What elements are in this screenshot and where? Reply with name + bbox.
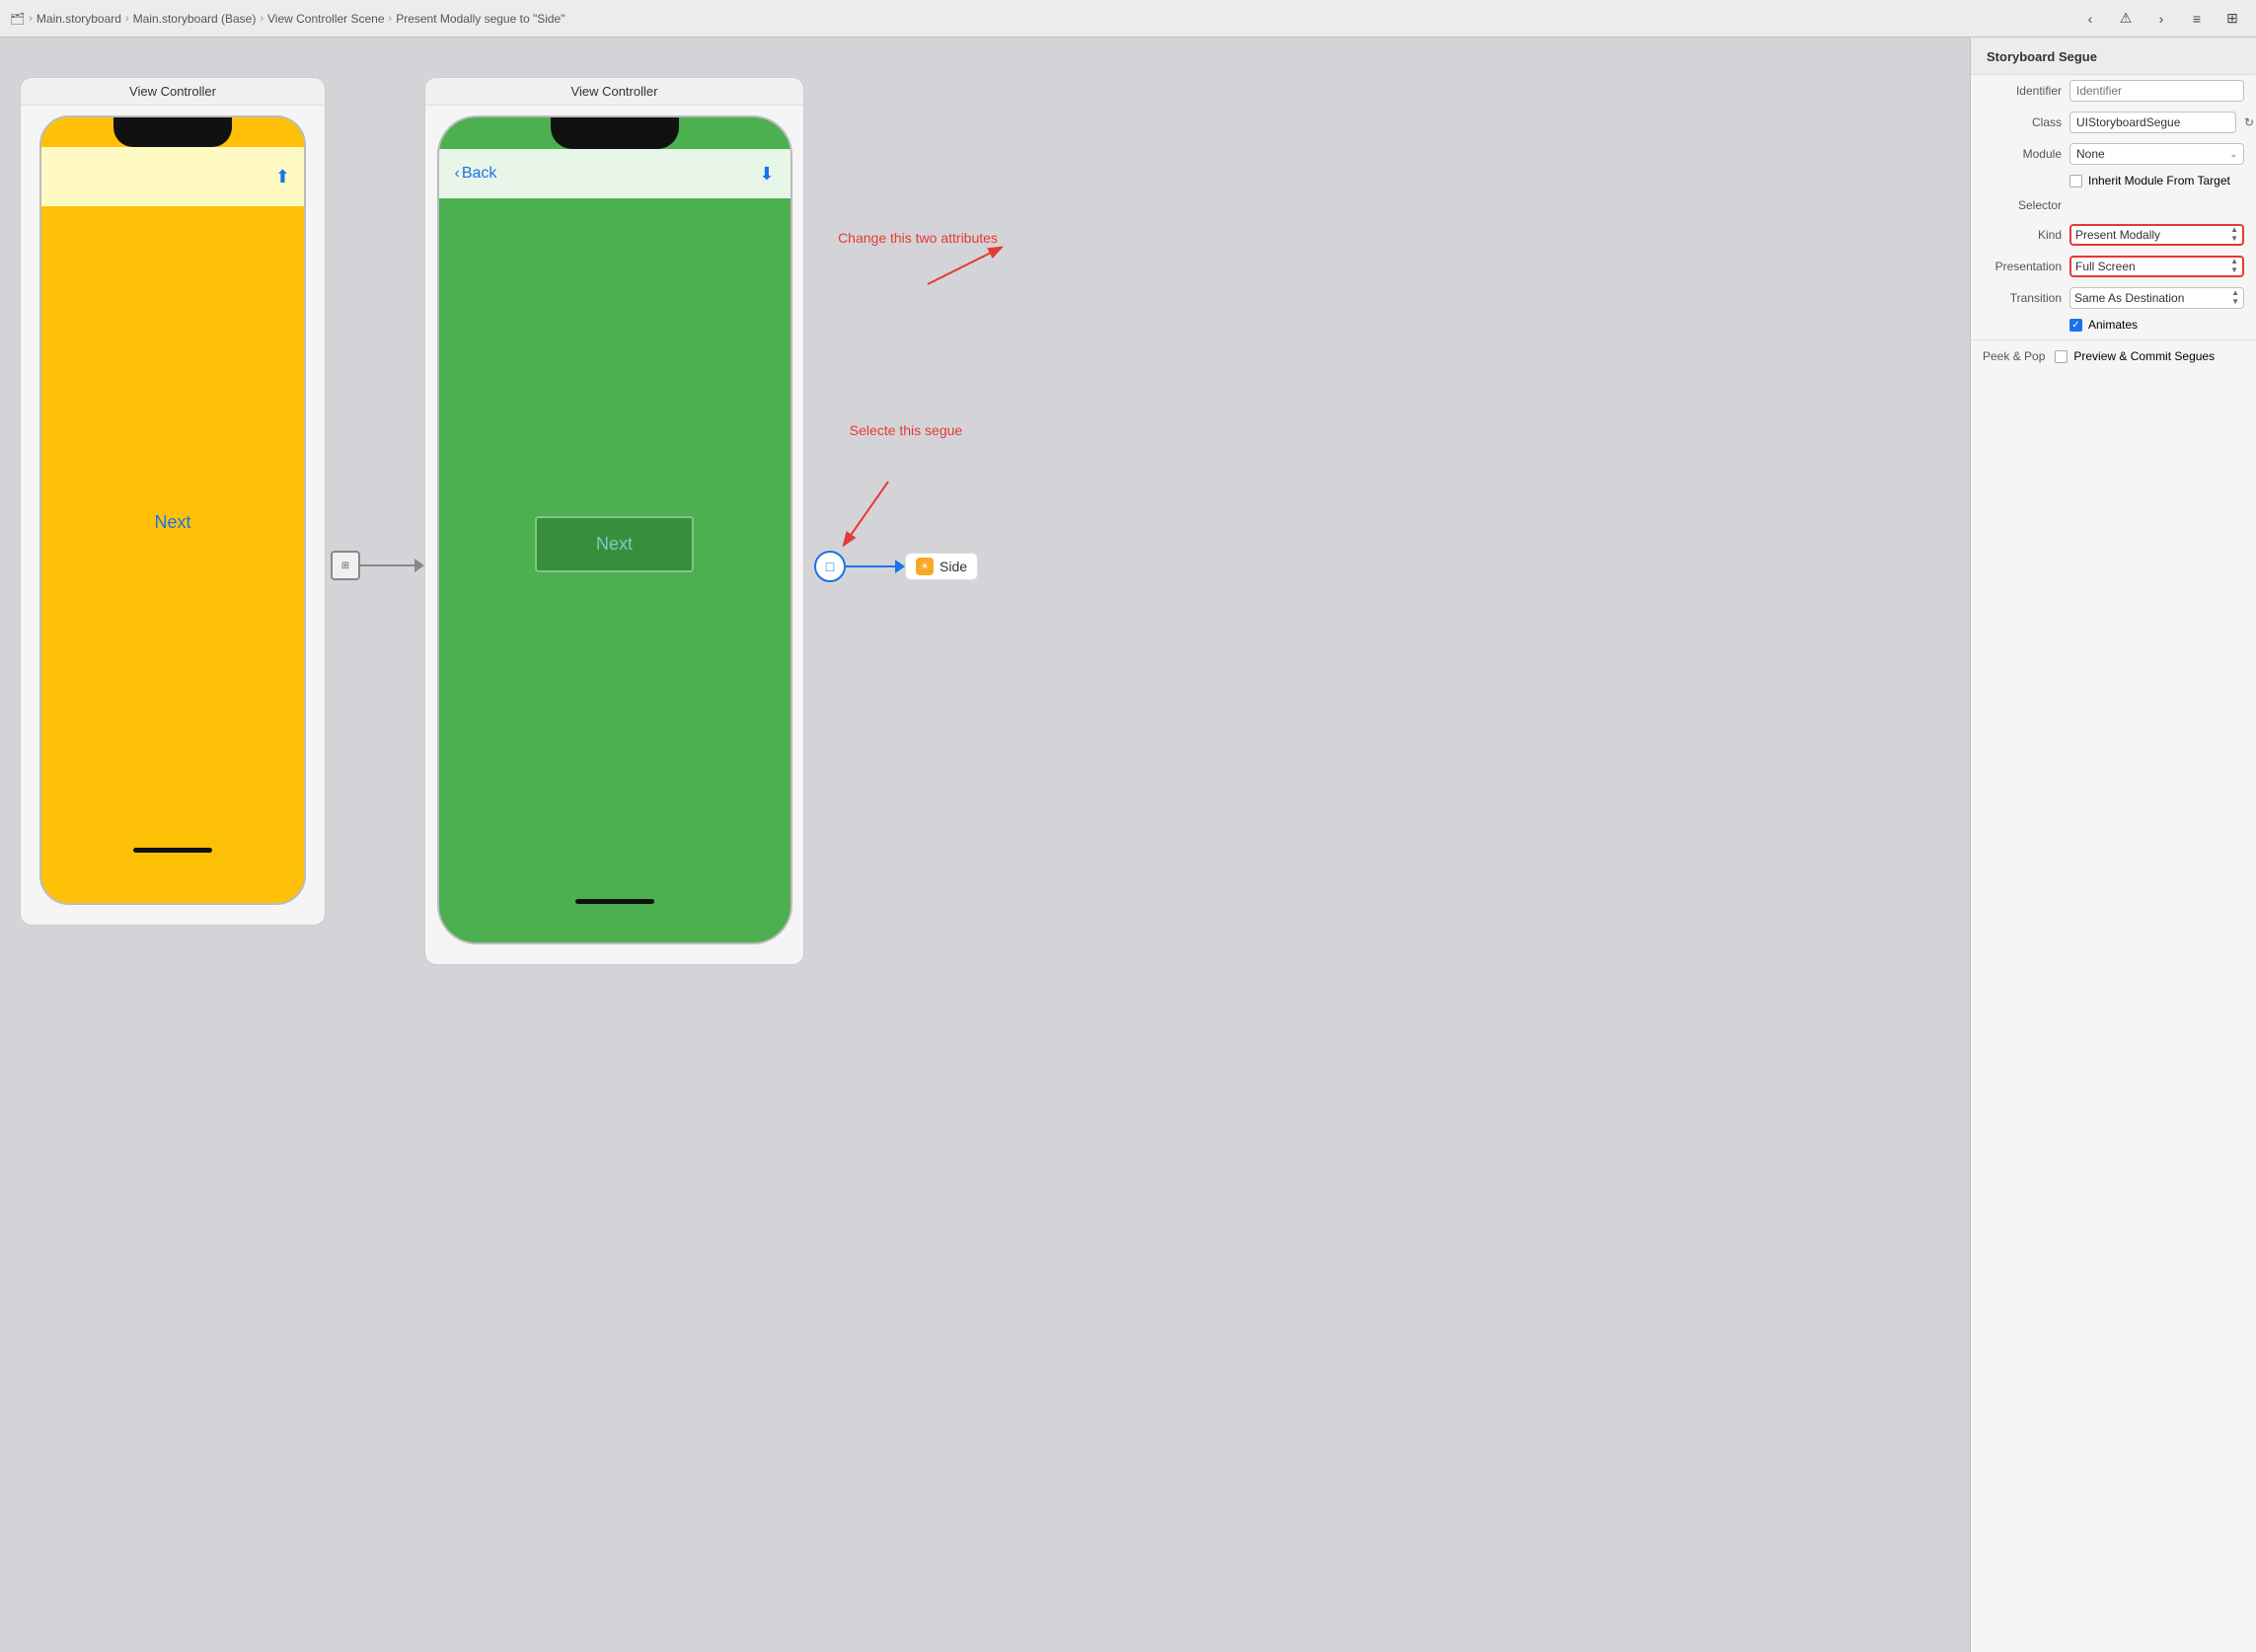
side-text: Side <box>940 559 967 574</box>
vc2-title: View Controller <box>425 78 803 106</box>
annotation-change-attributes: Change this two attributes <box>829 230 1007 246</box>
animates-label: Animates <box>2088 318 2138 332</box>
segue-arrow-2[interactable]: □ ☀ Side <box>814 551 978 582</box>
share-icon: ⬆ <box>275 167 290 188</box>
list-view-button[interactable]: ≡ <box>2183 5 2211 33</box>
presentation-row: Presentation Full Screen ▲ ▼ <box>1971 251 2256 282</box>
module-label: Module <box>1983 147 2069 161</box>
inherit-module-row: Inherit Module From Target <box>1971 170 2256 191</box>
transition-row: Transition Same As Destination ▲ ▼ <box>1971 282 2256 314</box>
kind-select[interactable]: Present Modally ▲ ▼ <box>2069 224 2244 246</box>
peek-pop-checkbox[interactable] <box>2055 350 2068 363</box>
class-label: Class <box>1983 115 2069 129</box>
presentation-stepper[interactable]: ▲ ▼ <box>2230 258 2238 275</box>
kind-label: Kind <box>1983 228 2069 242</box>
phone-notch-1 <box>113 117 232 147</box>
transition-value: Same As Destination <box>2074 291 2184 305</box>
breadcrumb-separator-3: › <box>389 13 393 25</box>
phone-body-2: Next <box>439 198 790 889</box>
annotation-select-segue: Selecte this segue <box>827 422 985 438</box>
breadcrumb: 🗂 › Main.storyboard › Main.storyboard (B… <box>10 12 564 26</box>
blue-arrow-head <box>895 560 905 573</box>
preview-commit-label: Preview & Commit Segues <box>2073 349 2215 363</box>
peek-pop-row: Peek & Pop Preview & Commit Segues <box>1971 344 2256 368</box>
phone-mock-2: ‹ Back ⬇ Next <box>437 115 792 944</box>
toolbar-icons: ‹ ⚠ › ≡ ⊞ <box>2076 5 2246 33</box>
selector-label: Selector <box>1983 198 2069 212</box>
nav-back-button[interactable]: ‹ <box>2076 5 2104 33</box>
vc1-next-label: Next <box>154 512 190 533</box>
refresh-icon[interactable]: ↻ <box>2240 113 2256 131</box>
animates-checkbox[interactable]: ✓ <box>2069 319 2082 332</box>
phone-top-bar-1: ⬆ <box>41 147 304 206</box>
toolbar: 🗂 › Main.storyboard › Main.storyboard (B… <box>0 0 2256 38</box>
back-button: ‹ Back <box>455 165 497 183</box>
presentation-select[interactable]: Full Screen ▲ ▼ <box>2069 256 2244 277</box>
phone-mock-1: ⬆ Next <box>39 115 306 905</box>
right-panel: Storyboard Segue Identifier Class ↻ ▼ Mo… <box>1970 38 2256 1652</box>
breadcrumb-item-0[interactable]: 🗂 <box>10 12 25 26</box>
transition-select[interactable]: Same As Destination ▲ ▼ <box>2069 287 2244 309</box>
module-dropdown-arrow: ⌄ <box>2229 149 2237 160</box>
segue-arrow-1: ⊞ <box>331 551 424 580</box>
nav-forward-button[interactable]: › <box>2147 5 2175 33</box>
vc2-next-button: Next <box>535 516 694 572</box>
main-area: View Controller ⬆ Next ⊞ View Controller <box>0 38 2256 1652</box>
breadcrumb-separator-0: › <box>29 13 33 25</box>
module-select[interactable]: None ⌄ <box>2069 143 2244 165</box>
transition-stepper[interactable]: ▲ ▼ <box>2231 289 2239 307</box>
breadcrumb-item-2[interactable]: Main.storyboard (Base) <box>133 12 257 26</box>
canvas-area[interactable]: View Controller ⬆ Next ⊞ View Controller <box>0 38 1970 1652</box>
segue-box-1[interactable]: ⊞ <box>331 551 360 580</box>
download-icon: ⬇ <box>759 164 774 185</box>
module-value: None <box>2076 147 2105 161</box>
segue-circle[interactable]: □ <box>814 551 846 582</box>
peek-pop-label: Peek & Pop <box>1983 349 2045 363</box>
phone-notch-2 <box>551 117 679 149</box>
warning-icon[interactable]: ⚠ <box>2112 5 2140 33</box>
kind-stepper[interactable]: ▲ ▼ <box>2230 226 2238 244</box>
blue-line <box>846 565 895 567</box>
selector-row: Selector <box>1971 191 2256 219</box>
view-controller-2-card: View Controller ‹ Back ⬇ Next <box>424 77 804 965</box>
transition-label: Transition <box>1983 291 2069 305</box>
panel-title: Storyboard Segue <box>1971 38 2256 75</box>
class-input[interactable] <box>2069 112 2236 133</box>
presentation-label: Presentation <box>1983 260 2069 273</box>
arrow-head-1 <box>414 559 424 572</box>
chevron-left-icon: ‹ <box>455 165 460 183</box>
phone-nav-bar: ‹ Back ⬇ <box>439 149 790 198</box>
breadcrumb-item-4[interactable]: Present Modally segue to "Side" <box>396 12 564 26</box>
phone-body-1: Next <box>41 206 304 838</box>
arrow-line-1 <box>360 564 414 566</box>
breadcrumb-separator-2: › <box>260 13 263 25</box>
kind-row: Kind Present Modally ▲ ▼ <box>1971 219 2256 251</box>
phone-home-bar-2 <box>575 899 654 904</box>
inherit-module-label: Inherit Module From Target <box>2088 174 2230 188</box>
identifier-input[interactable] <box>2069 80 2244 102</box>
back-label: Back <box>462 165 497 183</box>
panel-divider <box>1971 339 2256 340</box>
identifier-row: Identifier <box>1971 75 2256 107</box>
phone-home-bar-1 <box>133 848 212 853</box>
side-icon: ☀ <box>916 558 934 575</box>
class-row: Class ↻ ▼ <box>1971 107 2256 138</box>
breadcrumb-item-3[interactable]: View Controller Scene <box>267 12 385 26</box>
layout-button[interactable]: ⊞ <box>2218 5 2246 33</box>
side-destination-label: ☀ Side <box>905 553 978 580</box>
breadcrumb-separator-1: › <box>125 13 129 25</box>
presentation-value: Full Screen <box>2075 260 2136 273</box>
identifier-label: Identifier <box>1983 84 2069 98</box>
inherit-module-checkbox[interactable] <box>2069 175 2082 188</box>
kind-value: Present Modally <box>2075 228 2160 242</box>
animates-row: ✓ Animates <box>1971 314 2256 336</box>
breadcrumb-item-1[interactable]: Main.storyboard <box>37 12 121 26</box>
module-row: Module None ⌄ <box>1971 138 2256 170</box>
view-controller-1-card: View Controller ⬆ Next <box>20 77 326 926</box>
vc1-title: View Controller <box>21 78 325 106</box>
